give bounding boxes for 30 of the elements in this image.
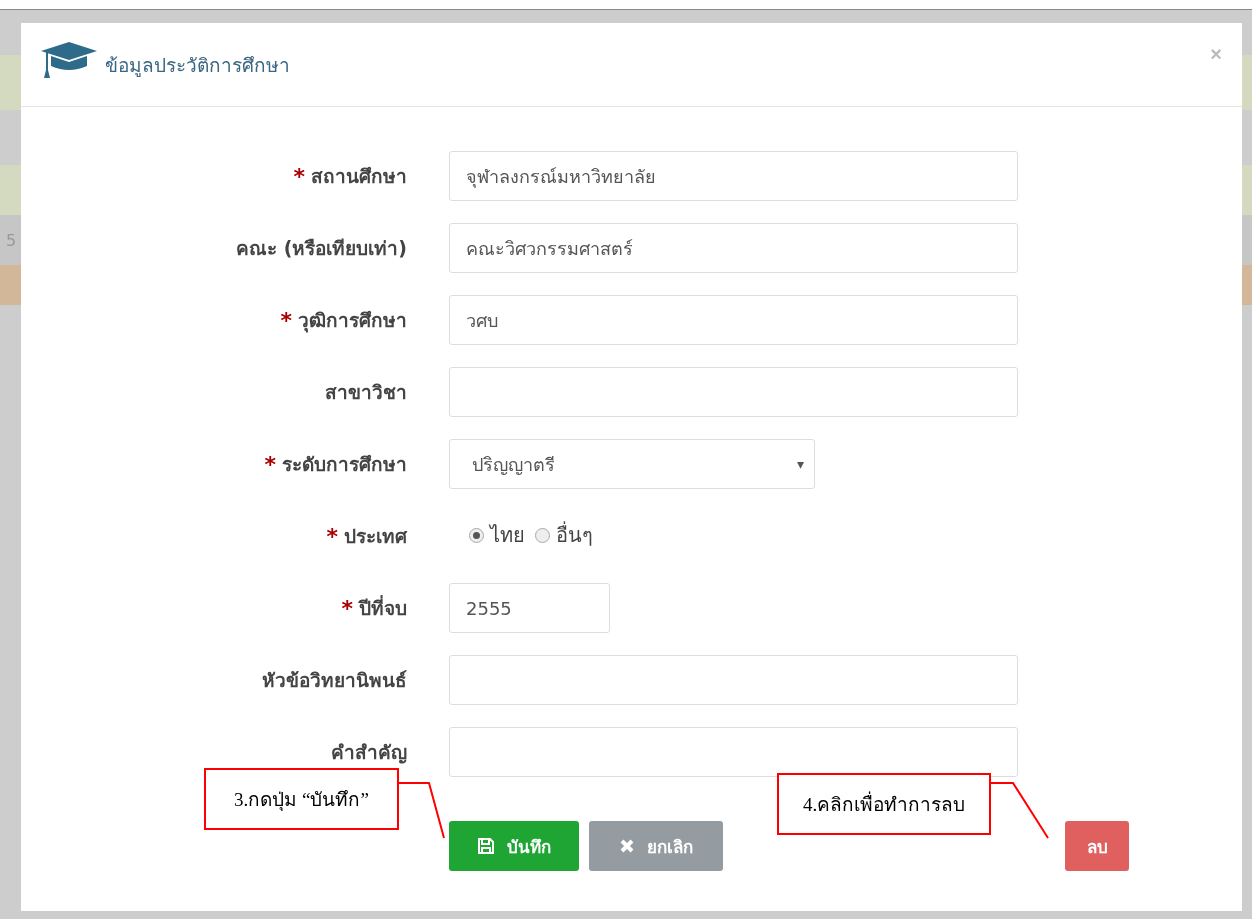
select-field[interactable]: ปริญญาตรี ▾ (449, 439, 815, 489)
callout-box: 3.กดปุ่ม “บันทึก” (204, 768, 399, 830)
field-label: ปีที่จบ (359, 594, 407, 621)
graduation-cap-icon (41, 41, 97, 80)
field-label: หัวข้อวิทยานิพนธ์ (262, 668, 407, 693)
field-label: ระดับการศึกษา (282, 452, 407, 477)
close-icon (619, 838, 635, 854)
radio-option[interactable]: อื่นๆ (535, 519, 593, 551)
modal-title: ข้อมูลประวัติการศึกษา (105, 52, 290, 79)
required-mark: * (293, 163, 305, 189)
field-label: ประเทศ (344, 524, 407, 549)
input-field[interactable] (449, 655, 1018, 705)
input-field[interactable] (449, 367, 1018, 417)
required-mark: * (326, 523, 338, 549)
callout-box: 4.คลิกเพื่อทำการลบ (777, 773, 991, 835)
radio-option[interactable]: ไทย (469, 519, 525, 551)
required-mark: * (280, 307, 292, 333)
input-field[interactable]: คณะวิศวกรรมศาสตร์ (449, 223, 1018, 273)
input-field[interactable]: จุฬาลงกรณ์มหาวิทยาลัย (449, 151, 1018, 201)
field-label: คณะ (หรือเทียบเท่า) (236, 236, 407, 261)
required-mark: * (264, 451, 276, 477)
caret-icon: ▾ (796, 456, 804, 472)
input-field[interactable]: 2555 (449, 583, 610, 633)
field-label: วุฒิการศึกษา (298, 308, 407, 335)
required-mark: * (341, 595, 353, 621)
input-field[interactable] (449, 727, 1018, 777)
field-label: คำสำคัญ (331, 740, 407, 766)
field-label: สาขาวิชา (325, 380, 407, 405)
input-field[interactable]: วศบ (449, 295, 1018, 345)
field-label: สถานศึกษา (311, 164, 407, 189)
